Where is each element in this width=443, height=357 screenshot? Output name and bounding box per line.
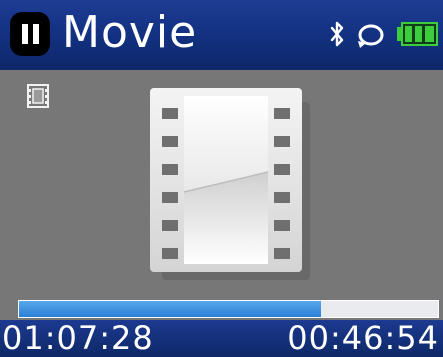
media-player-screen: Movie 01:07:28 00:46:54 [0,0,443,357]
time-bar: 01:07:28 00:46:54 [0,320,443,357]
progress-bar-fill [19,301,321,317]
film-strip-icon [27,84,49,108]
pause-icon [21,24,28,44]
repeat-icon [358,24,384,48]
remaining-time: 00:46:54 [287,319,439,357]
screen-title: Movie [62,7,198,58]
title-bar: Movie [0,0,443,70]
pause-button[interactable] [10,12,50,56]
battery-icon [397,22,438,46]
elapsed-time: 01:07:28 [2,319,154,357]
bluetooth-icon [330,21,344,47]
film-frame-icon [150,88,310,280]
pause-icon-bar [32,24,39,44]
progress-bar[interactable] [18,300,439,318]
